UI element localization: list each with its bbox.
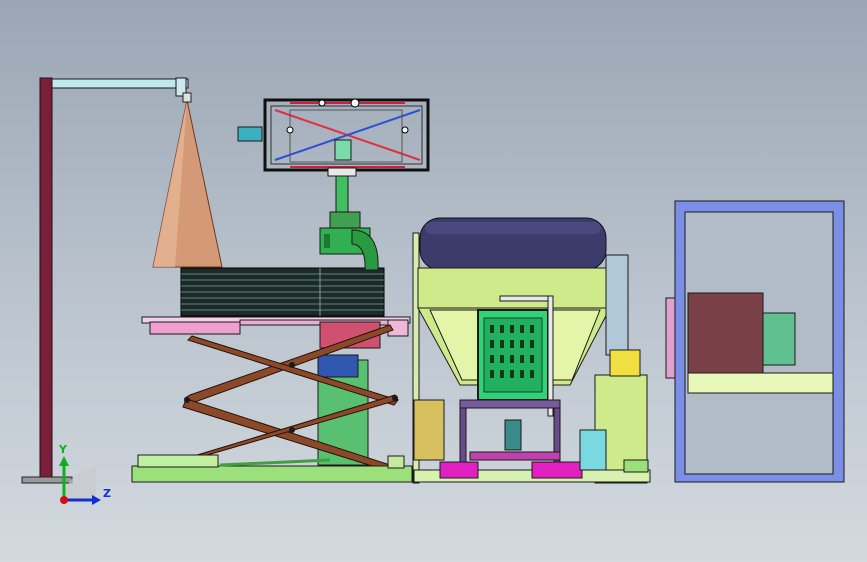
x-axis-icon bbox=[60, 496, 68, 504]
z-axis-label: Z bbox=[103, 487, 111, 500]
cad-viewport[interactable]: Y Z bbox=[0, 0, 867, 562]
coordinate-triad: Y Z bbox=[58, 443, 111, 505]
y-axis-label: Y bbox=[58, 443, 68, 456]
